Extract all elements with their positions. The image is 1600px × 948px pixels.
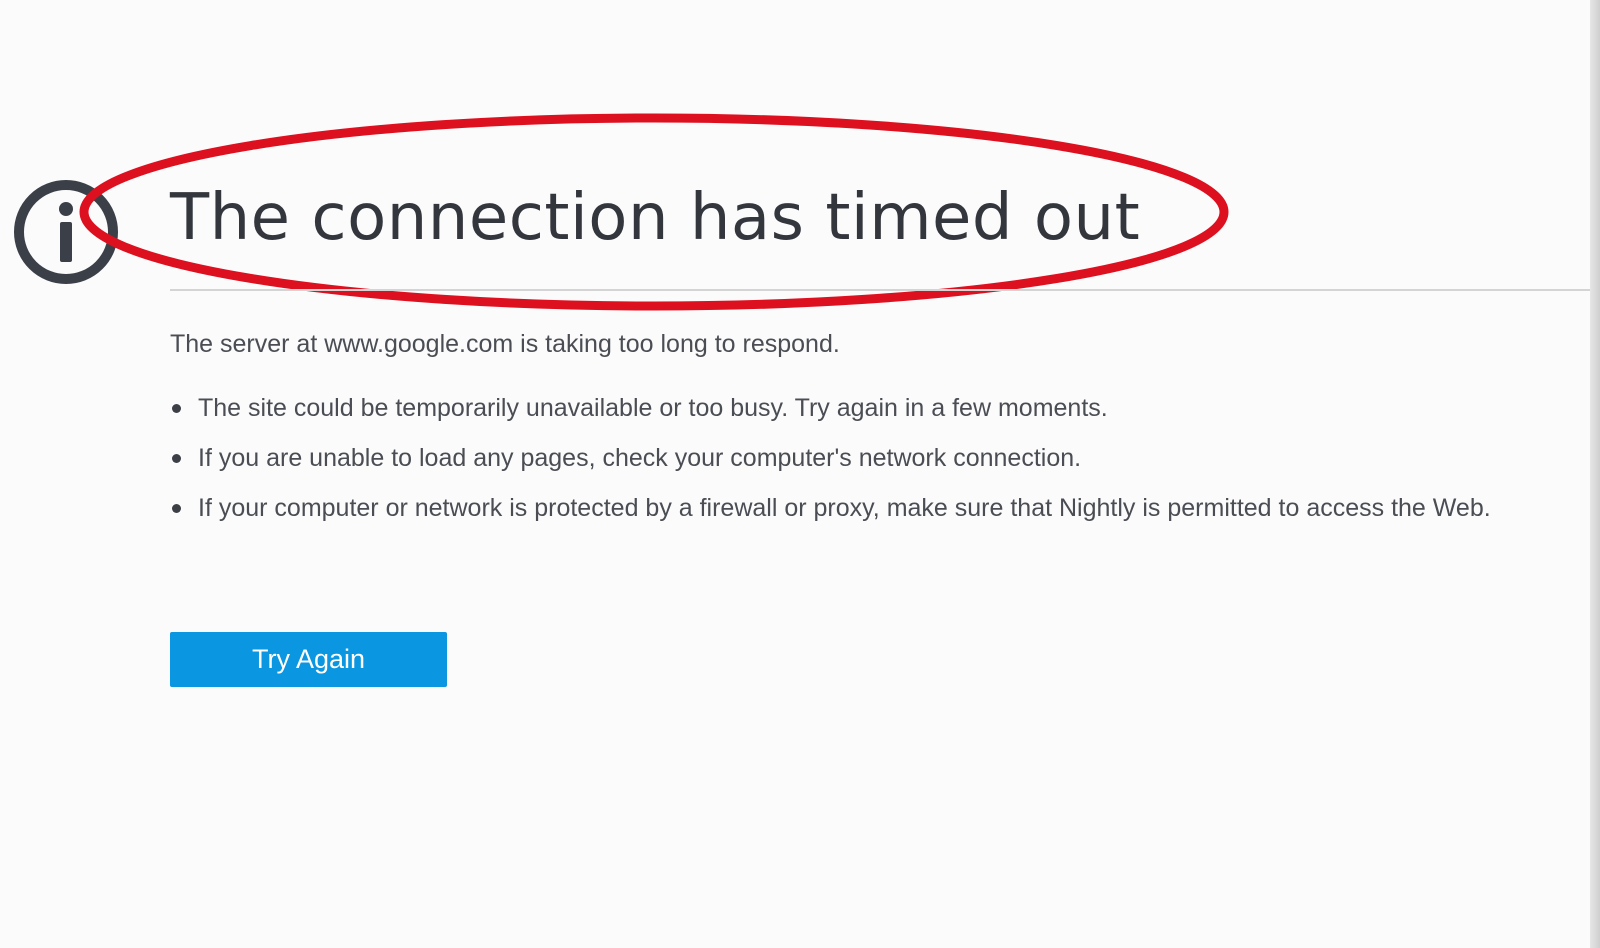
reason-text: If you are unable to load any pages, che… — [198, 444, 1082, 472]
list-item: The site could be temporarily unavailabl… — [170, 390, 1570, 427]
server-message: The server at www.google.com is taking t… — [170, 330, 840, 358]
reasons-list: The site could be temporarily unavailabl… — [170, 390, 1570, 540]
bullet-icon — [172, 404, 181, 413]
page-title: The connection has timed out — [170, 181, 1141, 255]
info-icon — [14, 180, 118, 284]
list-item: If you are unable to load any pages, che… — [170, 440, 1570, 477]
divider — [170, 289, 1590, 291]
bullet-icon — [172, 504, 181, 513]
window-edge — [1590, 0, 1600, 948]
bullet-icon — [172, 454, 181, 463]
list-item: If your computer or network is protected… — [170, 490, 1570, 527]
try-again-button[interactable]: Try Again — [170, 632, 447, 687]
reason-text: If your computer or network is protected… — [198, 494, 1491, 522]
reason-text: The site could be temporarily unavailabl… — [198, 394, 1108, 422]
